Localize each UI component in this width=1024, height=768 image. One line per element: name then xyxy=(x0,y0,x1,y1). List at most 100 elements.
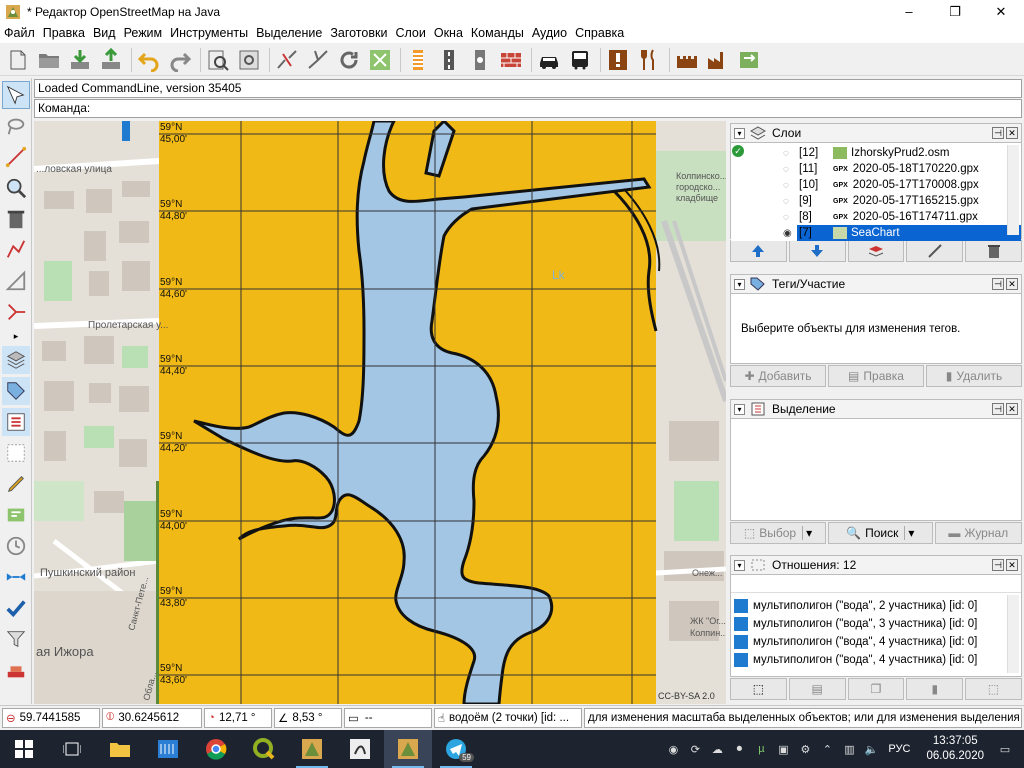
preset-hazard-button[interactable] xyxy=(604,46,632,74)
chevron-down-icon[interactable]: ▾ xyxy=(802,526,812,540)
select-mode-button[interactable] xyxy=(2,81,30,109)
taskbar-josm-1[interactable] xyxy=(288,730,336,768)
edit-tag-button[interactable]: ▤ Правка xyxy=(828,365,924,387)
toggle-filter-button[interactable] xyxy=(2,625,30,653)
eye-icon[interactable]: ◉ xyxy=(783,228,797,239)
preset-crossing-button[interactable] xyxy=(404,46,432,74)
eye-icon[interactable]: ◌ xyxy=(783,148,797,159)
command-input[interactable]: Команда: xyxy=(34,99,1022,118)
toggle-history-button[interactable] xyxy=(2,532,30,560)
language-indicator[interactable]: РУС xyxy=(888,743,910,755)
zoom-to-selection-button[interactable] xyxy=(204,46,232,74)
redo-button[interactable] xyxy=(166,46,194,74)
taskbar-app-blue[interactable] xyxy=(144,730,192,768)
pin-icon[interactable]: ⊣ xyxy=(992,278,1004,290)
journal-button[interactable]: ▬ Журнал xyxy=(934,522,1022,544)
taskbar-telegram[interactable]: 59 xyxy=(432,730,480,768)
split-way-button[interactable] xyxy=(273,46,301,74)
orthogonalize-button[interactable] xyxy=(366,46,394,74)
pin-icon[interactable]: ⊣ xyxy=(992,559,1004,571)
preset-lane-button[interactable] xyxy=(466,46,494,74)
preferences-button[interactable] xyxy=(235,46,263,74)
download-button[interactable] xyxy=(66,46,94,74)
relation-row[interactable]: мультиполигон ("вода", 4 участника) [id:… xyxy=(731,651,1021,669)
layer-settings-button[interactable] xyxy=(906,240,964,262)
menu-mode[interactable]: Режим xyxy=(120,26,167,40)
relation-select-button[interactable]: ⬚ xyxy=(730,678,787,700)
move-up-button[interactable] xyxy=(730,240,787,262)
eye-icon[interactable]: ◌ xyxy=(783,180,797,191)
preset-bus-button[interactable] xyxy=(566,46,594,74)
more-tools-arrow[interactable]: ▸ xyxy=(2,329,30,343)
layer-row[interactable]: ◌ [11] GPX 2020-05-18T170220.gpx xyxy=(731,161,1021,177)
collapse-toggle[interactable]: ▾ xyxy=(734,403,745,415)
lasso-mode-button[interactable] xyxy=(2,112,30,140)
new-layer-button[interactable] xyxy=(4,46,32,74)
close-panel-icon[interactable]: ✕ xyxy=(1006,559,1018,571)
tray-network-icon[interactable]: ▥ xyxy=(838,738,860,760)
pin-icon[interactable]: ⊣ xyxy=(992,127,1004,139)
parallel-mode-button[interactable] xyxy=(2,267,30,295)
toggle-commandstack-button[interactable] xyxy=(2,656,30,684)
zoom-mode-button[interactable] xyxy=(2,174,30,202)
relation-delete-button[interactable]: ▮ xyxy=(906,678,964,700)
delete-mode-button[interactable] xyxy=(2,205,30,233)
preset-castle-button[interactable] xyxy=(673,46,701,74)
menu-edit[interactable]: Правка xyxy=(39,26,89,40)
taskbar-josm-2[interactable] xyxy=(384,730,432,768)
preset-car-button[interactable] xyxy=(535,46,563,74)
preset-transfer-button[interactable] xyxy=(735,46,763,74)
toggle-validate-button[interactable] xyxy=(2,594,30,622)
menu-help[interactable]: Справка xyxy=(571,26,628,40)
tray-torrent-icon[interactable]: µ xyxy=(750,738,772,760)
close-panel-icon[interactable]: ✕ xyxy=(1006,127,1018,139)
menu-selection[interactable]: Выделение xyxy=(252,26,326,40)
tray-chevron-icon[interactable]: ⌃ xyxy=(816,738,838,760)
preset-road-button[interactable] xyxy=(435,46,463,74)
tray-app-icon[interactable]: ◉ xyxy=(662,738,684,760)
layer-row-selected[interactable]: ◉ [7] SeaChart xyxy=(731,225,1021,241)
menu-view[interactable]: Вид xyxy=(89,26,120,40)
extrude-mode-button[interactable] xyxy=(2,298,30,326)
menu-file[interactable]: Файл xyxy=(0,26,39,40)
relation-row[interactable]: мультиполигон ("вода", 3 участника) [id:… xyxy=(731,615,1021,633)
collapse-toggle[interactable]: ▾ xyxy=(734,278,745,290)
map-canvas[interactable]: Lk 59°N 45,00' 59°N 44,80' 59°N 44,60' 5… xyxy=(34,121,726,704)
collapse-toggle[interactable]: ▾ xyxy=(734,559,745,571)
clock[interactable]: 13:37:05 06.06.2020 xyxy=(926,734,984,764)
tray-cloud-icon[interactable]: ☁ xyxy=(706,738,728,760)
eye-icon[interactable]: ◌ xyxy=(783,196,797,207)
relation-row[interactable]: мультиполигон ("вода", 4 участника) [id:… xyxy=(731,633,1021,651)
layer-row[interactable]: ◌ [9] GPX 2020-05-17T165215.gpx xyxy=(731,193,1021,209)
taskbar-inkscape[interactable] xyxy=(336,730,384,768)
close-panel-icon[interactable]: ✕ xyxy=(1006,403,1018,415)
eye-icon[interactable]: ◌ xyxy=(783,164,797,175)
minimize-button[interactable]: – xyxy=(886,0,932,23)
relation-duplicate-button[interactable]: ❐ xyxy=(847,678,905,700)
open-button[interactable] xyxy=(35,46,63,74)
relation-edit-button[interactable]: ▤ xyxy=(788,678,846,700)
toggle-layers-button[interactable] xyxy=(2,346,30,374)
preset-factory-button[interactable] xyxy=(704,46,732,74)
improve-way-button[interactable] xyxy=(2,236,30,264)
chevron-down-icon[interactable]: ▾ xyxy=(904,526,914,540)
layer-row[interactable]: ◌ [12] IzhorskyPrud2.osm xyxy=(731,145,1021,161)
undo-button[interactable] xyxy=(135,46,163,74)
move-down-button[interactable] xyxy=(788,240,846,262)
close-panel-icon[interactable]: ✕ xyxy=(1006,278,1018,290)
tray-display-icon[interactable]: ▣ xyxy=(772,738,794,760)
select-button[interactable]: ⬚ Выбор ▾ xyxy=(730,522,826,544)
notifications-icon[interactable]: ▭ xyxy=(994,738,1016,760)
relations-filter-input[interactable] xyxy=(731,575,1021,593)
menu-commands[interactable]: Команды xyxy=(467,26,528,40)
tray-steam-icon[interactable]: ⚙ xyxy=(794,738,816,760)
delete-tag-button[interactable]: ▮ Удалить xyxy=(926,365,1022,387)
preset-restaurant-button[interactable] xyxy=(635,46,663,74)
draw-mode-button[interactable] xyxy=(2,143,30,171)
taskbar-chrome[interactable] xyxy=(192,730,240,768)
toggle-author-button[interactable] xyxy=(2,470,30,498)
relations-scrollbar[interactable] xyxy=(1007,595,1019,673)
merge-layer-button[interactable] xyxy=(847,240,905,262)
relation-download-button[interactable]: ⬚ xyxy=(965,678,1022,700)
map-view[interactable]: Lk 59°N 45,00' 59°N 44,80' 59°N 44,60' 5… xyxy=(34,121,726,704)
